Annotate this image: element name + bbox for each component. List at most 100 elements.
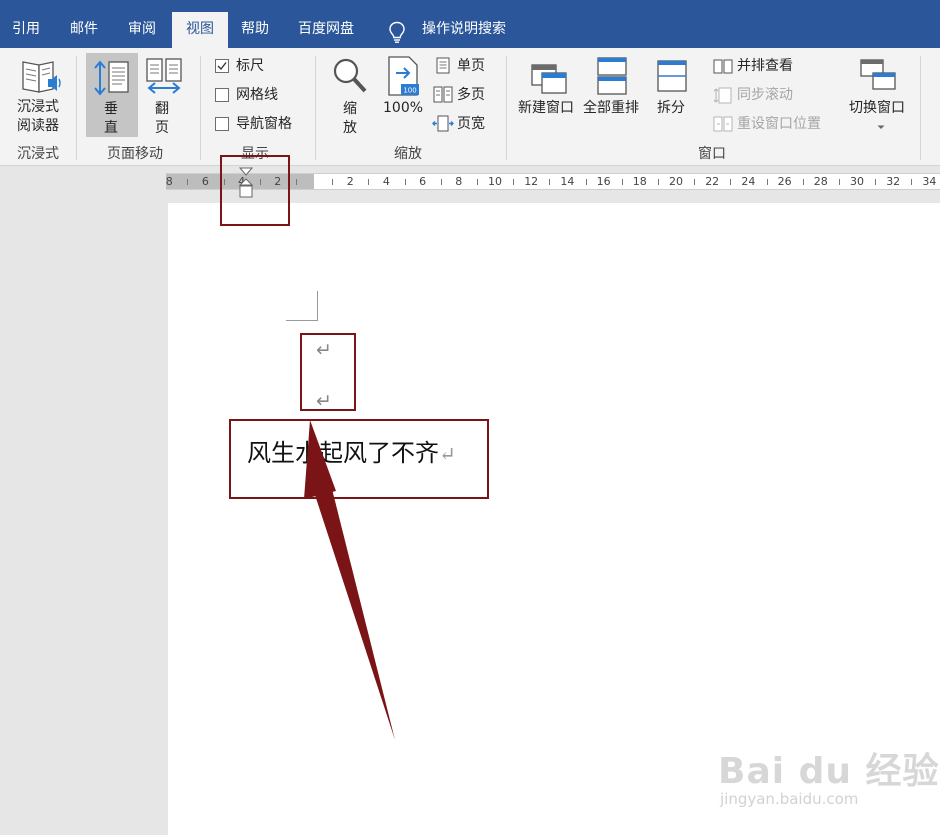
group-separator (200, 56, 201, 160)
ruler-tick-label: 6 (419, 175, 427, 188)
lightbulb-icon (389, 21, 405, 43)
ruler-tick (802, 179, 804, 185)
reset-position-icon (713, 116, 733, 132)
tell-me-label: 操作说明搜索 (422, 21, 506, 37)
ruler-tick-label: 30 (850, 175, 864, 188)
ruler-tick (621, 179, 623, 185)
ruler-tick (911, 179, 913, 185)
immersive-reader-icon (22, 61, 61, 93)
zoom-100-label: 100% (383, 100, 424, 116)
ruler-tick-label: 34 (922, 175, 937, 188)
arrange-all-icon (597, 57, 627, 95)
switch-windows-icon (860, 59, 896, 90)
group-label-window: 窗口 (698, 146, 726, 162)
ribbon-tab-bar: 引用 邮件 审阅 视图 帮助 百度网盘 操作说明搜索 (0, 0, 940, 48)
switch-windows-label: 切换窗口 (849, 100, 905, 116)
annotation-box-paragraph-marks (300, 333, 356, 411)
immersive-reader-label-1: 沉浸式 (17, 99, 59, 115)
tab-references[interactable]: 引用 (12, 12, 40, 48)
multiple-pages-icon (433, 86, 453, 103)
group-label-page-move: 页面移动 (107, 146, 163, 162)
gridlines-checkbox[interactable] (215, 88, 229, 102)
ruler-tick-label: 8 (165, 175, 173, 188)
split-icon (657, 60, 687, 92)
ruler-tick (440, 179, 442, 185)
ruler-tick-label: 18 (632, 175, 647, 188)
ruler-tick-label: 16 (596, 175, 611, 188)
ruler-tick (766, 179, 768, 185)
zoom-label-2: 放 (343, 120, 357, 136)
flip-label-1: 翻 (155, 101, 169, 117)
ruler-tick-label: 32 (886, 175, 901, 188)
vertical-scroll-icon (94, 60, 129, 96)
page-width-label: 页宽 (457, 116, 485, 132)
vertical-label-1: 垂 (104, 101, 118, 117)
ruler-tick-label: 2 (346, 175, 354, 188)
ruler-tick-label: 20 (669, 175, 683, 188)
ruler-tick (295, 179, 297, 185)
vertical-button[interactable]: 垂 直 (86, 53, 138, 137)
ruler-tick (368, 179, 370, 185)
ruler-label: 标尺 (236, 58, 264, 74)
tab-view[interactable]: 视图 (172, 12, 228, 48)
group-label-immersive: 沉浸式 (17, 146, 59, 162)
tab-help[interactable]: 帮助 (241, 12, 269, 48)
ruler-tick (875, 179, 877, 185)
ruler-tick-label: 8 (455, 175, 463, 188)
baidu-jingyan-watermark: Bai du 经验 jingyan.baidu.com (718, 732, 939, 822)
ruler-checkbox[interactable] (215, 59, 229, 73)
arrange-all-label: 全部重排 (583, 100, 639, 116)
nav-pane-label: 导航窗格 (236, 116, 292, 132)
ruler-tick (476, 179, 478, 185)
page-width-icon (432, 115, 454, 132)
ruler-tick-label: 14 (560, 175, 575, 188)
ruler-tick (404, 179, 406, 185)
ruler-tick (332, 179, 334, 185)
zoom-label-1: 缩 (343, 101, 357, 117)
reset-position-label: 重设窗口位置 (737, 116, 821, 132)
group-separator (315, 56, 316, 160)
ruler-tick-label: 24 (741, 175, 756, 188)
new-window-label: 新建窗口 (518, 100, 574, 116)
tab-review[interactable]: 审阅 (128, 12, 156, 48)
zoom-100-icon: 100 (388, 56, 419, 96)
flip-label-2: 页 (155, 120, 169, 136)
sync-scroll-icon (713, 87, 732, 104)
ribbon-view: 沉浸式 阅读器 沉浸式 垂 直 翻 页 页面移动 标尺 网格线 导航窗格 显示 … (0, 48, 940, 166)
annotation-box-text-line (229, 419, 489, 499)
tab-baidu-netdisk[interactable]: 百度网盘 (298, 12, 354, 48)
tab-mailings[interactable]: 邮件 (70, 12, 98, 48)
split-label: 拆分 (657, 100, 685, 116)
group-separator (76, 56, 77, 160)
text-boundary-corner (286, 291, 318, 321)
group-separator (506, 56, 507, 160)
ruler-tick-label: 22 (705, 175, 720, 188)
ruler-tick (187, 179, 189, 185)
ruler-tick-label: 12 (524, 175, 539, 188)
ruler-tick (730, 179, 732, 185)
svg-text:100: 100 (403, 87, 416, 95)
checkmark-icon (217, 62, 227, 71)
gridlines-label: 网格线 (236, 87, 278, 103)
watermark-url: jingyan.baidu.com (720, 790, 859, 808)
new-window-icon (531, 64, 567, 94)
nav-pane-checkbox[interactable] (215, 117, 229, 131)
annotation-box-ruler-marker (220, 155, 290, 226)
group-separator (920, 56, 921, 160)
ruler-tick-label: 6 (201, 175, 209, 188)
ruler-tick-label: 10 (488, 175, 502, 188)
side-by-side-label: 并排查看 (737, 58, 793, 74)
ruler-tick-label: 4 (382, 175, 390, 188)
multiple-pages-label: 多页 (457, 87, 485, 103)
watermark-logo: Bai du 经验 (718, 751, 940, 792)
ruler-tick-label: 28 (813, 175, 828, 188)
one-page-label: 单页 (457, 58, 485, 74)
group-label-zoom: 缩放 (394, 146, 422, 162)
one-page-icon (436, 57, 450, 74)
magnifier-icon (333, 58, 367, 93)
chevron-down-icon (877, 125, 885, 129)
ruler-tick (657, 179, 659, 185)
ruler-tick (549, 179, 551, 185)
page-flip-icon (146, 58, 182, 94)
immersive-reader-label-2: 阅读器 (17, 118, 59, 134)
